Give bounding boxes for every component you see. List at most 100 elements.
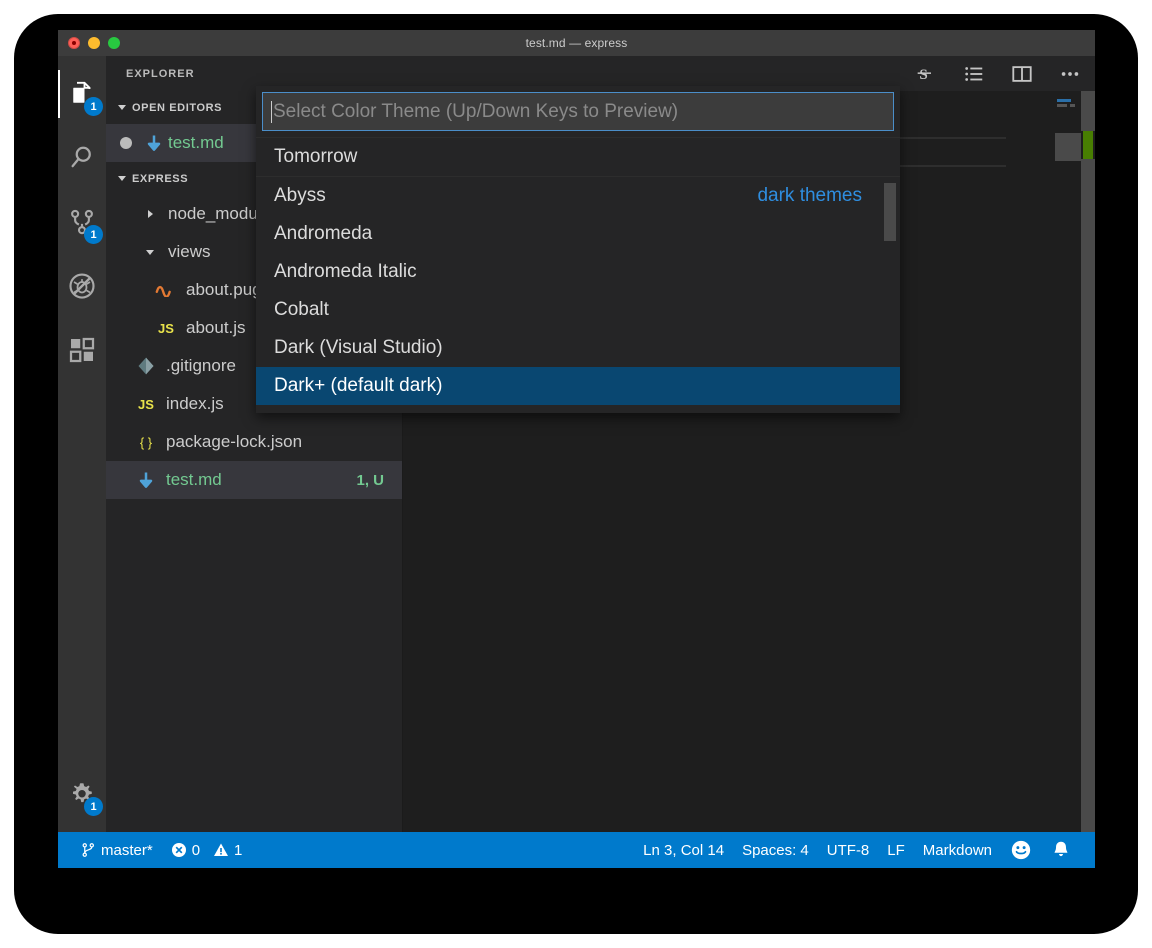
minimap-token [1057, 104, 1067, 107]
tree-label: package-lock.json [166, 432, 303, 451]
status-warnings-count: 1 [234, 841, 243, 859]
status-errors-count: 0 [191, 841, 201, 859]
minimap-token [1057, 99, 1071, 102]
status-feedback[interactable] [1001, 832, 1041, 868]
markdown-icon [140, 133, 168, 153]
section-express-label: EXPRESS [132, 172, 189, 185]
overview-ruler-slider [1081, 159, 1095, 832]
quick-pick-placeholder: Select Color Theme (Up/Down Keys to Prev… [273, 100, 679, 122]
chevron-right-icon[interactable] [142, 206, 158, 222]
quick-pick-item-label: Cobalt [274, 299, 329, 320]
markdown-icon [132, 470, 160, 490]
status-encoding-label: UTF-8 [826, 841, 870, 859]
git-status-badge: 1, U [356, 471, 384, 489]
quick-pick-item-label: Tomorrow [274, 146, 358, 167]
activitybar-item-run-and-debug[interactable] [58, 262, 106, 310]
tree-label: index.js [166, 394, 224, 413]
activity-bar: 1 1 1 [58, 56, 106, 832]
quick-pick-item-label: Dark (Visual Studio) [274, 337, 443, 358]
quick-pick-list[interactable]: Tomorrow Abyss dark themes Andromeda And… [256, 137, 900, 413]
activitybar-item-manage[interactable]: 1 [58, 770, 106, 818]
tree-row-package-lock-json[interactable]: { } package-lock.json [106, 423, 402, 461]
minimap-slider[interactable] [1055, 133, 1081, 161]
workbench-body: 1 1 1 EXPLORER OPEN EDITORS test.md EXPR… [58, 56, 1095, 832]
activitybar-item-explorer[interactable]: 1 [58, 70, 106, 118]
dirty-indicator [120, 137, 132, 149]
list-icon[interactable] [963, 63, 985, 85]
quick-pick-item[interactable]: Tomorrow [256, 138, 900, 176]
status-eol[interactable]: LF [878, 832, 914, 868]
quick-pick-item[interactable]: Andromeda [256, 215, 900, 253]
activitybar-item-source-control[interactable]: 1 [58, 198, 106, 246]
quick-pick-item[interactable]: Cobalt [256, 291, 900, 329]
title-bar: test.md — express [58, 30, 1095, 56]
js-icon: JS [158, 320, 174, 336]
quick-pick-scrollbar[interactable] [884, 183, 896, 241]
manage-badge: 1 [84, 797, 103, 816]
status-language-label: Markdown [922, 841, 992, 859]
error-icon [171, 842, 187, 858]
status-notifications[interactable] [1041, 832, 1081, 868]
quick-pick-item-label: Andromeda Italic [274, 261, 417, 282]
bell-icon [1050, 839, 1072, 861]
tree-label: about.pug [186, 280, 262, 299]
quick-pick: Select Color Theme (Up/Down Keys to Prev… [256, 86, 900, 413]
status-cursor-label: Ln 3, Col 14 [643, 841, 725, 859]
status-branch-label: master* [101, 841, 153, 859]
text-caret [271, 100, 272, 123]
quick-pick-input-wrap: Select Color Theme (Up/Down Keys to Prev… [256, 86, 900, 137]
overview-ruler-slider [1081, 91, 1095, 131]
status-bar: master* 0 1 Ln 3, Col 14 Spaces: 4 UTF-8… [58, 832, 1095, 868]
overview-ruler-added-marker [1083, 131, 1093, 159]
tree-row-test-md[interactable]: test.md 1, U [106, 461, 402, 499]
source-control-badge: 1 [84, 225, 103, 244]
open-editor-label: test.md [168, 133, 224, 152]
window-title: test.md — express [525, 36, 628, 50]
minimap[interactable] [1055, 91, 1081, 832]
js-icon: JS [138, 396, 154, 412]
extensions-icon [67, 335, 97, 365]
section-open-editors-label: OPEN EDITORS [132, 101, 223, 114]
activitybar-item-extensions[interactable] [58, 326, 106, 374]
status-indent-label: Spaces: 4 [742, 841, 809, 859]
quick-pick-item-label: Andromeda [274, 223, 373, 244]
gitignore-icon [132, 356, 160, 376]
minimize-button[interactable] [88, 37, 100, 49]
status-indentation[interactable]: Spaces: 4 [733, 832, 818, 868]
search-icon [67, 143, 97, 173]
status-language-mode[interactable]: Markdown [914, 832, 1001, 868]
status-branch[interactable]: master* [72, 832, 162, 868]
split-editor-icon[interactable] [1011, 63, 1033, 85]
chevron-down-icon [114, 171, 130, 187]
quick-pick-item[interactable]: Dark (Visual Studio) [256, 329, 900, 367]
warning-icon [213, 842, 229, 858]
quick-pick-item-label: Abyss [274, 185, 326, 206]
activitybar-item-search[interactable] [58, 134, 106, 182]
screenshot-root: test.md — express 1 1 1 EXPLORER OPEN ED… [0, 0, 1152, 948]
strikethrough-s-icon[interactable]: S [915, 63, 937, 85]
tree-label: about.js [186, 318, 246, 337]
tree-label: .gitignore [166, 356, 236, 375]
minimap-token [1070, 104, 1075, 107]
zoom-button[interactable] [108, 37, 120, 49]
vscode-window: test.md — express 1 1 1 EXPLORER OPEN ED… [58, 30, 1095, 868]
status-problems[interactable]: 0 1 [162, 832, 252, 868]
status-eol-label: LF [887, 841, 905, 859]
overview-ruler[interactable] [1081, 91, 1095, 832]
quick-pick-input[interactable]: Select Color Theme (Up/Down Keys to Prev… [262, 92, 894, 131]
quick-pick-item-description: dark themes [757, 185, 862, 206]
ellipsis-icon[interactable] [1059, 63, 1081, 85]
json-icon: { } [139, 434, 153, 450]
git-branch-icon [81, 842, 96, 858]
quick-pick-item[interactable]: Abyss dark themes [256, 177, 900, 215]
explorer-badge: 1 [84, 97, 103, 116]
status-encoding[interactable]: UTF-8 [818, 832, 879, 868]
tree-label: views [168, 242, 211, 261]
chevron-down-icon [114, 100, 130, 116]
traffic-lights [68, 37, 120, 49]
chevron-down-icon[interactable] [142, 244, 158, 260]
status-cursor-position[interactable]: Ln 3, Col 14 [634, 832, 733, 868]
close-button[interactable] [68, 37, 80, 49]
quick-pick-item[interactable]: Andromeda Italic [256, 253, 900, 291]
quick-pick-item-focused[interactable]: Dark+ (default dark) [256, 367, 900, 405]
